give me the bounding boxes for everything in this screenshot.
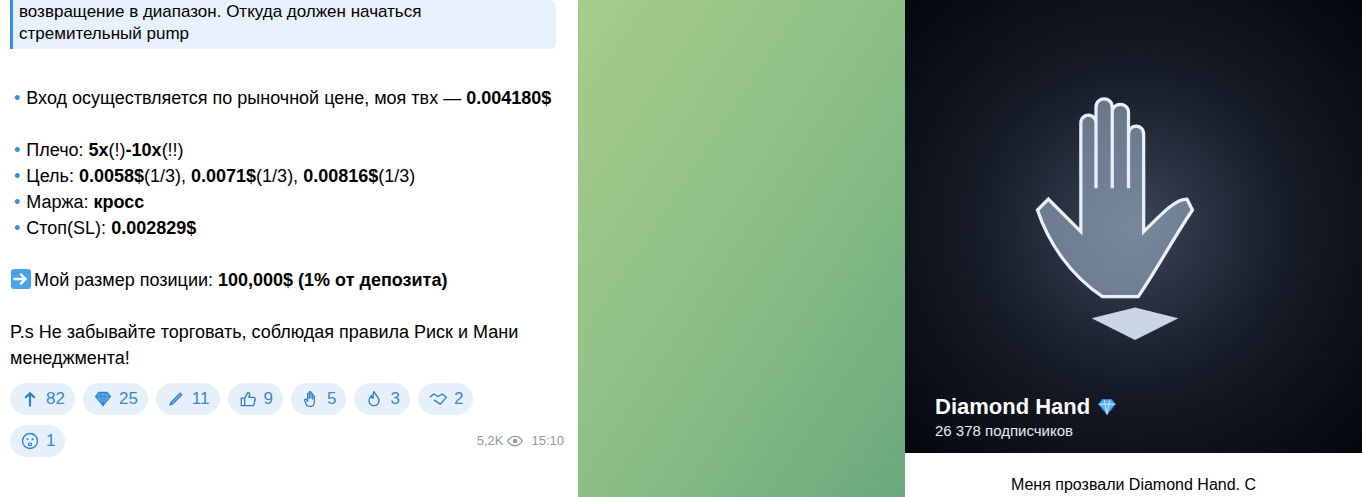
bullet: •: [14, 218, 20, 238]
message-section: Мой размер позиции: 100,000$ (1% от депо…: [10, 267, 564, 293]
text-run: Стоп(SL):: [26, 218, 111, 238]
text-run: (!!): [162, 140, 184, 160]
message-line: • Маржа: кросс: [10, 189, 564, 215]
text-run: 0.0071$: [191, 166, 256, 186]
views: 5,2K: [477, 433, 504, 449]
channel-header: Diamond Hand26 378 подписчиков: [935, 393, 1118, 441]
diamond-icon: [93, 389, 113, 409]
text-run: 5х: [89, 140, 109, 160]
reactions: 82 25 11 9 5 3 2 1: [10, 383, 477, 457]
text-run: кросс: [94, 192, 145, 212]
text-run: Вход осуществляется по рыночной цене, мо…: [26, 88, 466, 108]
bullet: •: [14, 166, 20, 186]
reaction-count: 2: [454, 389, 463, 409]
reaction-count: 9: [264, 389, 273, 409]
text-run: 0.00816$: [303, 166, 378, 186]
reaction-count: 82: [46, 389, 65, 409]
text-run: (1/3): [378, 166, 415, 186]
reaction-count: 11: [192, 389, 210, 409]
title-row: Diamond Hand: [935, 393, 1118, 421]
clap-icon: [301, 389, 321, 409]
reaction-count: 1: [46, 431, 55, 451]
chat-background: [578, 0, 905, 497]
arrow-icon: [20, 389, 40, 409]
bullet: •: [14, 140, 20, 160]
message-meta: 5,2K 15:10: [477, 433, 564, 457]
message-bubble: возвращение в диапазон. Откуда должен на…: [0, 0, 578, 497]
text-run: P.s Не забывайте торговать, соблюдая пра…: [10, 322, 518, 368]
text-run: Мой размер позиции:: [34, 270, 218, 290]
eye-icon: [507, 433, 523, 449]
text-run: (1/3),: [256, 166, 303, 186]
message-line: P.s Не забывайте торговать, соблюдая пра…: [10, 319, 564, 371]
message-section: P.s Не забывайте торговать, соблюдая пра…: [10, 319, 564, 371]
channel-panel: Diamond Hand26 378 подписчиков Меня прозв…: [905, 0, 1362, 497]
text-run: Плечо:: [26, 140, 88, 160]
diamond-icon: [1096, 396, 1118, 418]
text-run: 0.0058$: [79, 166, 144, 186]
quote-line: возвращение в диапазон. Откуда должен на…: [19, 1, 548, 23]
pen-icon: [166, 389, 186, 409]
reaction[interactable]: 1: [10, 425, 65, 457]
face-icon: [20, 431, 40, 451]
message-line: •Цель: 0.0058$(1/3), 0.0071$(1/3), 0.008…: [10, 163, 564, 189]
text-run: 0.002829$: [111, 218, 196, 238]
subscriber-count: 26 378 подписчиков: [935, 421, 1118, 441]
text-run: -10х: [126, 140, 162, 160]
time: 15:10: [531, 433, 564, 449]
reaction-count: 3: [390, 389, 399, 409]
reaction[interactable]: 3: [354, 383, 409, 415]
reaction[interactable]: 25: [83, 383, 148, 415]
bullet: •: [14, 88, 20, 108]
message-section: •Плечо: 5х(!)-10х(!!)•Цель: 0.0058$(1/3)…: [10, 137, 564, 241]
arrow-icon: [10, 268, 32, 290]
channel-description: Меня прозвали Diamond Hand. С: [905, 453, 1362, 495]
message-line: Мой размер позиции: 100,000$ (1% от депо…: [10, 267, 564, 293]
fire-icon: [364, 389, 384, 409]
quote-block: возвращение в диапазон. Откуда должен на…: [10, 0, 556, 49]
reaction[interactable]: 2: [418, 383, 473, 415]
message-line: • Плечо: 5х(!)-10х(!!): [10, 137, 564, 163]
reaction[interactable]: 5: [291, 383, 346, 415]
bullet: •: [14, 192, 20, 212]
quote-line: стремительный pump: [19, 23, 548, 45]
text-run: 0.004180$: [466, 88, 551, 108]
reaction[interactable]: 9: [228, 383, 283, 415]
text-run: Маржа:: [26, 192, 93, 212]
text-run: (1/3),: [144, 166, 191, 186]
diamond-hand-picture: [1005, 10, 1265, 410]
reaction[interactable]: 82: [10, 383, 75, 415]
text-run: 100,000$ (1% от депозита): [218, 270, 447, 290]
thumb-icon: [238, 389, 258, 409]
message-line: • Стоп(SL): 0.002829$: [10, 215, 564, 241]
reactions-area: 82 25 11 9 5 3 2 1 5,2K 15:10: [10, 383, 564, 457]
message-section: • Вход осуществляется по рыночной цене, м…: [10, 85, 564, 111]
reaction-count: 5: [327, 389, 336, 409]
message-line: • Вход осуществляется по рыночной цене, м…: [10, 85, 564, 111]
channel-title: Diamond Hand: [935, 393, 1090, 421]
reaction[interactable]: 11: [156, 383, 220, 415]
channel-photo[interactable]: Diamond Hand26 378 подписчиков: [905, 0, 1362, 453]
text-run: Цель:: [26, 166, 79, 186]
text-run: (!): [109, 140, 126, 160]
handshake-icon: [428, 389, 448, 409]
reaction-count: 25: [119, 389, 138, 409]
